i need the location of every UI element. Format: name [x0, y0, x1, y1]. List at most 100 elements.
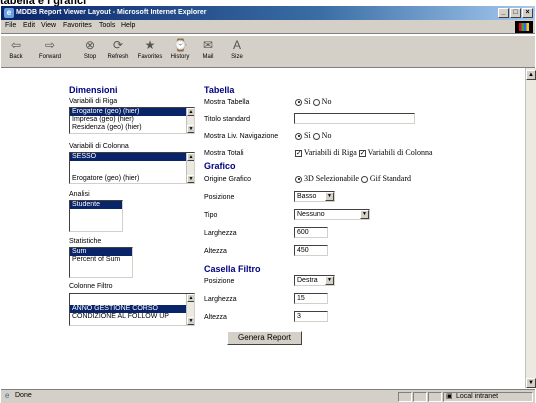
- filtro-listbox[interactable]: ANNO GESTIONE CORSO CONDIZIONE AL FOLLOW…: [69, 293, 195, 326]
- favorites-icon: ★: [144, 38, 156, 52]
- riga-listbox[interactable]: Erogatore (geo) (hier) Impresa (geo) (hi…: [69, 107, 195, 134]
- windows-logo-icon: [515, 21, 533, 33]
- casella-heading: Casella Filtro: [204, 264, 261, 274]
- refresh-icon: ⟳: [112, 38, 124, 52]
- list-item[interactable]: [70, 161, 194, 175]
- list-item[interactable]: CONDIZIONE AL FOLLOW UP: [70, 313, 194, 321]
- colonna-listbox[interactable]: SESSO Erogatore (geo) (hier) ▲ ▼: [69, 152, 195, 184]
- tabella-heading: Tabella: [204, 85, 235, 95]
- menu-tools[interactable]: Tools: [99, 22, 115, 29]
- origine-radios: 3D Selezionabile Gif Standard: [295, 174, 411, 183]
- size-icon: A: [232, 38, 241, 52]
- grafico-posizione-select[interactable]: Basso ▼: [294, 191, 335, 202]
- back-button[interactable]: ⇦ Back: [5, 38, 27, 60]
- history-icon: ⌚: [173, 38, 188, 52]
- scroll-up-icon[interactable]: ▲: [187, 108, 194, 116]
- riga-label: Variabili di Riga: [69, 98, 118, 105]
- menu-help[interactable]: Help: [121, 22, 135, 29]
- titolo-input[interactable]: [294, 113, 415, 124]
- list-item[interactable]: ANNO GESTIONE CORSO: [70, 305, 194, 313]
- casella-larghezza-label: Larghezza: [204, 296, 237, 303]
- list-item[interactable]: [70, 294, 194, 305]
- list-item[interactable]: Residenza (geo) (hier): [70, 124, 194, 132]
- zone-pane: ▣ Local intranet: [443, 392, 533, 402]
- favorites-button[interactable]: ★ Favorites: [135, 38, 165, 60]
- origine-3d-label: 3D Selezionabile: [304, 174, 359, 183]
- refresh-button[interactable]: ⟳ Refresh: [105, 38, 131, 60]
- scroll-down-icon[interactable]: ▼: [187, 125, 194, 133]
- history-button[interactable]: ⌚ History: [167, 38, 193, 60]
- grafico-larghezza-input[interactable]: 600: [294, 227, 328, 238]
- origine-gif-radio[interactable]: [360, 175, 368, 183]
- page-done-icon: e: [5, 391, 10, 400]
- no-label: No: [321, 131, 332, 140]
- nav-si-radio[interactable]: [295, 132, 302, 140]
- chevron-down-icon[interactable]: ▼: [325, 276, 334, 285]
- status-pane: [413, 392, 427, 402]
- totali-checkboxes: ✓ Variabili di Riga ✓ Variabili di Colon…: [295, 148, 433, 157]
- list-item[interactable]: Percent of Sum: [70, 256, 132, 264]
- origine-3d-radio[interactable]: [295, 175, 302, 183]
- history-label: History: [170, 54, 190, 60]
- genera-report-button[interactable]: Genera Report: [227, 331, 302, 345]
- totali-label: Mostra Totali: [204, 150, 244, 157]
- title-bar: e MDDB Report Viewer Layout - Microsoft …: [1, 6, 535, 20]
- casella-larghezza-input[interactable]: 15: [294, 293, 328, 304]
- list-item[interactable]: Sum: [70, 248, 132, 256]
- chevron-down-icon[interactable]: ▼: [360, 210, 369, 219]
- chevron-down-icon[interactable]: ▼: [325, 192, 334, 201]
- filtro-scrollbar[interactable]: ▲ ▼: [186, 294, 194, 325]
- intranet-icon: ▣: [446, 393, 453, 400]
- list-item[interactable]: Erogatore (geo) (hier): [70, 175, 194, 183]
- casella-posizione-select[interactable]: Destra ▼: [294, 275, 335, 286]
- casella-altezza-input[interactable]: 3: [294, 311, 328, 322]
- grafico-posizione-value: Basso: [297, 193, 317, 200]
- tot-colonna-checkbox[interactable]: ✓: [358, 149, 366, 157]
- scroll-down-icon[interactable]: ▼: [187, 317, 194, 325]
- colonna-scrollbar[interactable]: ▲ ▼: [186, 153, 194, 183]
- grafico-altezza-label: Altezza: [204, 248, 227, 255]
- grafico-altezza-input[interactable]: 450: [294, 245, 328, 256]
- statistiche-label: Statistiche: [69, 238, 102, 245]
- filtro-label: Colonne Filtro: [69, 283, 113, 290]
- scroll-up-icon[interactable]: ▲: [187, 153, 194, 161]
- nav-radios: Sì No: [295, 131, 331, 140]
- scroll-down-icon[interactable]: ▼: [526, 378, 536, 388]
- scroll-up-icon[interactable]: ▲: [187, 294, 194, 302]
- list-item[interactable]: SESSO: [70, 153, 194, 161]
- menu-edit[interactable]: Edit: [23, 22, 35, 29]
- si-label: Sì: [304, 97, 311, 106]
- no-label: No: [321, 97, 332, 106]
- page-content: Dimensioni Variabili di Riga Erogatore (…: [1, 70, 525, 388]
- forward-button[interactable]: ⇨ Forward: [35, 38, 65, 60]
- back-label: Back: [9, 54, 23, 60]
- status-text: Done: [15, 392, 32, 399]
- menu-favorites[interactable]: Favorites: [63, 22, 92, 29]
- scroll-up-icon[interactable]: ▲: [526, 70, 536, 80]
- minimize-button[interactable]: _: [498, 8, 509, 18]
- mail-button[interactable]: ✉ Mail: [197, 38, 219, 60]
- menu-file[interactable]: File: [5, 22, 16, 29]
- statistiche-listbox[interactable]: Sum Percent of Sum: [69, 247, 133, 278]
- nav-no-radio[interactable]: [312, 132, 320, 140]
- menu-view[interactable]: View: [41, 22, 56, 29]
- scroll-down-icon[interactable]: ▼: [187, 175, 194, 183]
- tipo-select[interactable]: Nessuno ▼: [294, 209, 370, 220]
- tot-riga-label: Variabili di Riga: [303, 148, 357, 157]
- size-button[interactable]: A Size: [227, 38, 247, 60]
- analisi-listbox[interactable]: Studente: [69, 200, 123, 232]
- page-scrollbar[interactable]: ▲ ▼: [525, 68, 536, 388]
- mostra-si-radio[interactable]: [295, 98, 302, 106]
- toolbar: ⇦ Back ⇨ Forward ⊗ Stop ⟳ Refresh ★ Favo…: [1, 35, 535, 68]
- list-item[interactable]: Impresa (geo) (hier): [70, 116, 194, 124]
- mostra-no-radio[interactable]: [312, 98, 320, 106]
- stop-button[interactable]: ⊗ Stop: [79, 38, 101, 60]
- close-button[interactable]: ×: [522, 8, 533, 18]
- maximize-button[interactable]: □: [510, 8, 521, 18]
- stop-icon: ⊗: [84, 38, 96, 52]
- tot-riga-checkbox[interactable]: ✓: [295, 149, 302, 157]
- list-item[interactable]: Studente: [70, 201, 122, 209]
- back-arrow-icon: ⇦: [10, 38, 22, 52]
- riga-scrollbar[interactable]: ▲ ▼: [186, 108, 194, 133]
- list-item[interactable]: Erogatore (geo) (hier): [70, 108, 194, 116]
